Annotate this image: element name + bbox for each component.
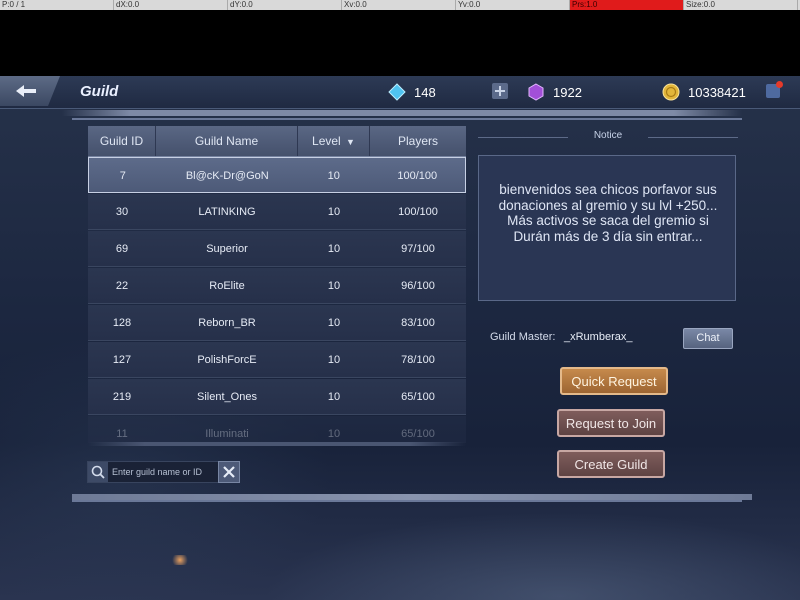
cell-guild-name: Reborn_BR xyxy=(198,317,256,329)
search-icon[interactable] xyxy=(88,462,108,482)
table-row[interactable]: 30 LATINKING 10 100/100 xyxy=(88,194,466,230)
notice-box: bienvenidos sea chicos porfavor sus dona… xyxy=(478,155,736,301)
debug-cell-pressure: Prs:1.0 xyxy=(570,0,684,10)
ember-glow xyxy=(170,555,190,565)
add-currency-button[interactable] xyxy=(492,83,508,99)
close-icon xyxy=(223,466,235,478)
diamond-icon xyxy=(388,83,406,101)
sort-down-icon: ▼ xyxy=(346,137,355,147)
quick-request-button[interactable]: Quick Request xyxy=(560,367,668,395)
cell-guild-id: 11 xyxy=(116,428,128,440)
diamond-counter: 148 xyxy=(388,83,436,101)
menu-button[interactable] xyxy=(766,81,783,98)
cell-guild-id: 219 xyxy=(112,391,132,403)
cell-level: 10 xyxy=(327,206,341,218)
column-header-guild-name[interactable]: Guild Name xyxy=(156,126,298,156)
cell-guild-name: PolishForcE xyxy=(197,354,257,366)
cell-guild-id: 69 xyxy=(115,243,129,255)
gold-coin-icon xyxy=(662,83,680,101)
guild-table: Guild ID Guild Name Level ▼ Players 7 Bl… xyxy=(88,126,466,443)
cell-guild-name: RoElite xyxy=(209,280,245,292)
cell-guild-name: Illuminati xyxy=(205,428,249,440)
notification-dot xyxy=(776,81,783,88)
debug-status-bar: P:0 / 1 dX:0.0 dY:0.0 Xv:0.0 Yv:0.0 Prs:… xyxy=(0,0,800,10)
cell-level: 10 xyxy=(327,280,341,292)
cell-guild-id: 7 xyxy=(119,170,126,182)
table-row[interactable]: 11 Illuminati 10 65/100 xyxy=(88,416,466,443)
notice-heading: Notice xyxy=(478,130,738,146)
cell-level: 10 xyxy=(327,317,341,329)
gem-counter: 1922 xyxy=(527,83,582,101)
table-row[interactable]: 128 Reborn_BR 10 83/100 xyxy=(88,305,466,341)
cell-players: 65/100 xyxy=(401,391,435,403)
guild-master-label: Guild Master: xyxy=(490,331,556,343)
debug-cell: Xv:0.0 xyxy=(342,0,456,10)
diamond-count: 148 xyxy=(414,84,436,100)
panel-bottom-border xyxy=(72,494,752,500)
cell-level: 10 xyxy=(327,354,341,366)
gem-count: 1922 xyxy=(553,84,582,100)
search-input[interactable] xyxy=(112,465,212,479)
column-header-level-label: Level xyxy=(312,134,341,148)
panel-top-border xyxy=(62,110,742,116)
back-button[interactable] xyxy=(0,76,60,106)
cell-guild-name: Superior xyxy=(206,243,248,255)
notice-text: bienvenidos sea chicos porfavor sus dona… xyxy=(498,182,718,244)
page-title: Guild xyxy=(80,83,119,100)
top-bar: Guild 148 1922 10338421 xyxy=(0,76,800,109)
table-row[interactable]: 69 Superior 10 97/100 xyxy=(88,231,466,267)
table-row[interactable]: 22 RoElite 10 96/100 xyxy=(88,268,466,304)
cell-players: 100/100 xyxy=(397,170,438,182)
guild-master-name: _xRumberax_ xyxy=(564,331,633,343)
cell-guild-id: 127 xyxy=(112,354,132,366)
cell-level: 10 xyxy=(327,170,340,182)
create-guild-button[interactable]: Create Guild xyxy=(557,450,665,478)
table-body: 7 Bl@cK-Dr@GoN 10 100/100 30 LATINKING 1… xyxy=(88,157,466,443)
chat-button[interactable]: Chat xyxy=(683,328,733,349)
cell-guild-id: 30 xyxy=(115,206,129,218)
column-header-players[interactable]: Players xyxy=(370,126,466,156)
table-row[interactable]: 127 PolishForcE 10 78/100 xyxy=(88,342,466,378)
cell-players: 83/100 xyxy=(401,317,435,329)
request-to-join-button[interactable]: Request to Join xyxy=(557,409,665,437)
cell-guild-name: LATINKING xyxy=(198,206,256,218)
cell-players: 97/100 xyxy=(401,243,435,255)
cell-guild-id: 22 xyxy=(115,280,129,292)
clear-search-button[interactable] xyxy=(218,461,240,483)
gold-count: 10338421 xyxy=(688,84,746,100)
cell-players: 65/100 xyxy=(401,428,435,440)
column-header-level[interactable]: Level ▼ xyxy=(298,126,370,156)
cell-level: 10 xyxy=(327,243,341,255)
table-scrollbar[interactable] xyxy=(88,442,466,446)
cell-guild-name: Bl@cK-Dr@GoN xyxy=(185,170,269,182)
debug-cell: dX:0.0 xyxy=(114,0,228,10)
table-row-selected[interactable]: 7 Bl@cK-Dr@GoN 10 100/100 xyxy=(88,157,466,193)
debug-cell: Yv:0.0 xyxy=(456,0,570,10)
column-header-guild-id[interactable]: Guild ID xyxy=(88,126,156,156)
cell-players: 96/100 xyxy=(401,280,435,292)
table-row[interactable]: 219 Silent_Ones 10 65/100 xyxy=(88,379,466,415)
debug-cell: P:0 / 1 xyxy=(0,0,114,10)
cell-players: 100/100 xyxy=(398,206,438,218)
table-header: Guild ID Guild Name Level ▼ Players xyxy=(88,126,466,157)
cell-level: 10 xyxy=(327,428,341,440)
purple-gem-icon xyxy=(528,83,544,101)
cell-players: 78/100 xyxy=(401,354,435,366)
debug-cell: dY:0.0 xyxy=(228,0,342,10)
cell-guild-id: 128 xyxy=(112,317,132,329)
back-arrow-icon xyxy=(16,85,36,97)
cell-guild-name: Silent_Ones xyxy=(197,391,257,403)
gold-counter: 10338421 xyxy=(662,83,746,101)
cell-level: 10 xyxy=(327,391,341,403)
debug-cell: Size:0.0 xyxy=(684,0,798,10)
